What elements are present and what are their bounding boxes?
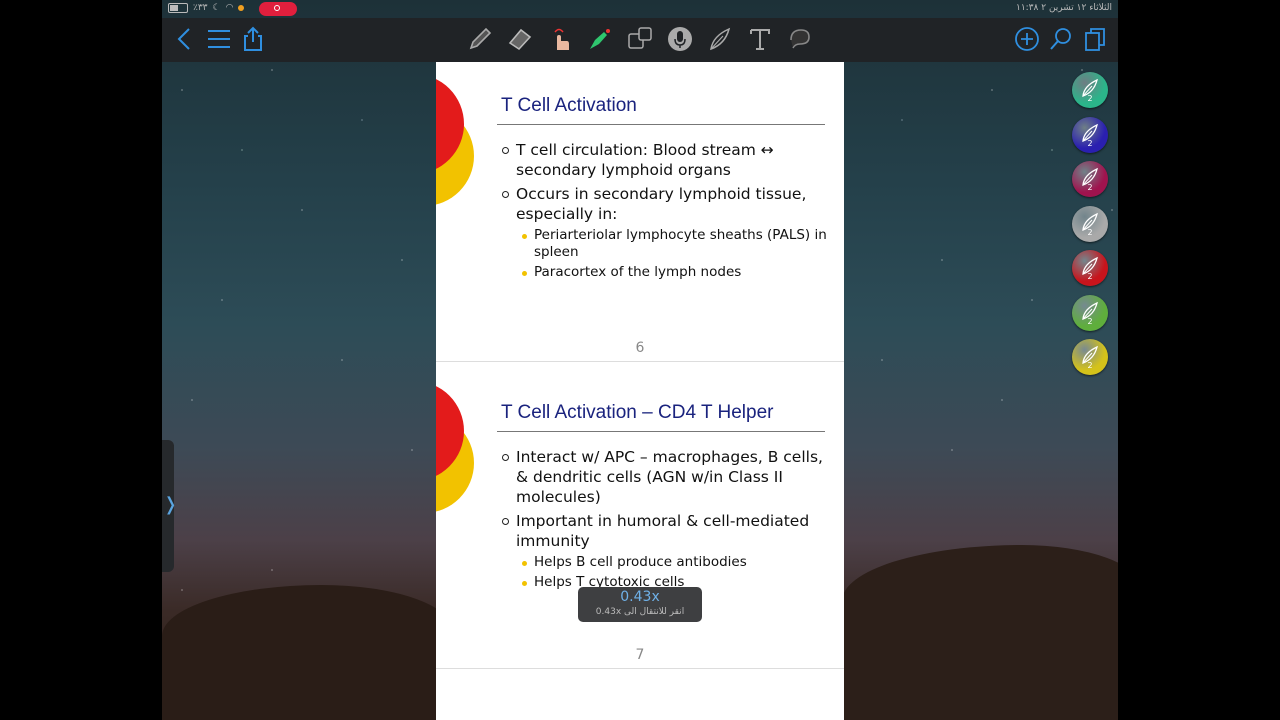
pen-tool[interactable]	[465, 24, 495, 54]
pen-level: 2	[1087, 183, 1093, 192]
eraser-tool[interactable]	[505, 24, 535, 54]
slide-title: T Cell Activation – CD4 T Helper	[501, 402, 774, 423]
pen-swatch[interactable]: 2	[1072, 294, 1108, 331]
zoom-indicator[interactable]: 0.43x انقر للانتقال الى 0.43x	[578, 587, 702, 622]
hand-tool[interactable]	[545, 24, 575, 54]
add-icon	[1015, 27, 1039, 51]
title-divider	[497, 124, 825, 125]
chevron-right-icon: ❭	[163, 494, 179, 515]
sub-bullet-item: Periarteriolar lymphocyte sheaths (PALS)…	[516, 227, 830, 261]
sub-bullet-list: Helps B cell produce antibodies Helps T …	[516, 554, 830, 591]
sidebar-toggle[interactable]: ❭	[162, 440, 178, 572]
text-tool[interactable]	[745, 24, 775, 54]
bullet-item: Important in humoral & cell-mediated imm…	[500, 511, 830, 591]
laser-pointer-icon	[590, 29, 610, 49]
text-recognition-icon	[628, 27, 652, 49]
pages-button[interactable]	[1080, 24, 1110, 54]
outline-list-icon	[208, 30, 230, 48]
pen-level: 2	[1087, 138, 1093, 148]
hill-silhouette-right	[842, 545, 1118, 720]
screen-recording-icon[interactable]	[259, 2, 297, 16]
bullet-text: Occurs in secondary lymphoid tissue, esp…	[516, 185, 807, 223]
text-recognition-tool[interactable]	[625, 24, 655, 54]
pen-swatch[interactable]: 2	[1072, 250, 1108, 286]
search-icon	[1050, 28, 1071, 50]
pen-level: 2	[1087, 272, 1093, 281]
lasso-icon	[790, 29, 810, 49]
battery-level: ٪٣٣	[193, 3, 208, 13]
wifi-icon: ◠	[225, 3, 234, 13]
pen-swatch[interactable]: 2	[1072, 72, 1108, 108]
status-bar: ٪٣٣ ☾ ◠ الثلاثاء ١٢ تشرين ٢ ١١:٣٨	[162, 0, 1118, 18]
bullet-item: Occurs in secondary lymphoid tissue, esp…	[500, 184, 830, 281]
microphone-tool[interactable]	[665, 24, 695, 54]
add-button[interactable]	[1012, 24, 1042, 54]
slide-title: T Cell Activation	[501, 95, 637, 116]
moon-icon: ☾	[212, 3, 221, 13]
zoom-value: 0.43x	[620, 589, 660, 605]
pages-icon	[1085, 28, 1105, 51]
bullet-item: T cell circulation: Blood stream ↔ secon…	[500, 140, 830, 180]
page-separator	[436, 668, 844, 669]
feather-pen-icon	[710, 27, 731, 51]
page-number: 6	[635, 340, 645, 356]
sub-bullet-item: Paracortex of the lymph nodes	[516, 264, 830, 281]
laser-pointer-tool[interactable]	[585, 24, 615, 54]
pen-swatch[interactable]: 2	[1072, 339, 1108, 375]
page-separator	[436, 361, 844, 362]
bullet-list: T cell circulation: Blood stream ↔ secon…	[500, 140, 830, 285]
eraser-icon	[508, 28, 532, 51]
pen-level: 2	[1087, 316, 1093, 326]
bullet-text: Important in humoral & cell-mediated imm…	[516, 512, 810, 550]
date-time: الثلاثاء ١٢ تشرين ٢ ١١:٣٨	[1015, 3, 1112, 13]
share-button[interactable]	[238, 24, 268, 54]
orientation-lock-icon	[238, 5, 245, 11]
sub-bullet-item: Helps B cell produce antibodies	[516, 554, 830, 571]
title-divider	[497, 431, 825, 432]
pen-level: 2	[1087, 94, 1093, 103]
pen-swatch[interactable]: 2	[1072, 116, 1108, 153]
feather-tool[interactable]	[705, 24, 735, 54]
zoom-hint: انقر للانتقال الى 0.43x	[595, 607, 685, 617]
microphone-icon	[668, 27, 692, 51]
pen-swatch[interactable]: 2	[1072, 161, 1108, 197]
sub-bullet-list: Periarteriolar lymphocyte sheaths (PALS)…	[516, 227, 830, 281]
pen-swatch[interactable]: 2	[1072, 205, 1108, 242]
hill-silhouette-left	[162, 585, 452, 720]
hand-pointer-icon	[554, 28, 569, 50]
text-tool-icon	[750, 29, 770, 50]
bullet-item: Interact w/ APC – macrophages, B cells, …	[500, 447, 830, 507]
slide-6: T Cell Activation T cell circulation: Bl…	[436, 62, 844, 362]
outline-button[interactable]	[204, 24, 234, 54]
ipad-screen: ٪٣٣ ☾ ◠ الثلاثاء ١٢ تشرين ٢ ١١:٣٨ T Cell…	[162, 0, 1118, 720]
page-number: 7	[635, 647, 645, 663]
app-toolbar	[162, 18, 1118, 62]
back-chevron-icon	[177, 28, 190, 50]
slide-decoration-circles	[436, 79, 474, 205]
bullet-list: Interact w/ APC – macrophages, B cells, …	[500, 447, 830, 595]
back-button[interactable]	[170, 24, 200, 54]
search-button[interactable]	[1046, 24, 1076, 54]
slide-decoration-circles	[436, 386, 474, 512]
share-icon	[244, 26, 262, 51]
battery-icon	[168, 3, 188, 13]
pen-level: 2	[1087, 361, 1093, 370]
slide-7: T Cell Activation – CD4 T Helper Interac…	[436, 369, 844, 669]
pen-icon	[469, 27, 492, 50]
lasso-tool[interactable]	[785, 24, 815, 54]
pen-level: 2	[1087, 227, 1093, 237]
